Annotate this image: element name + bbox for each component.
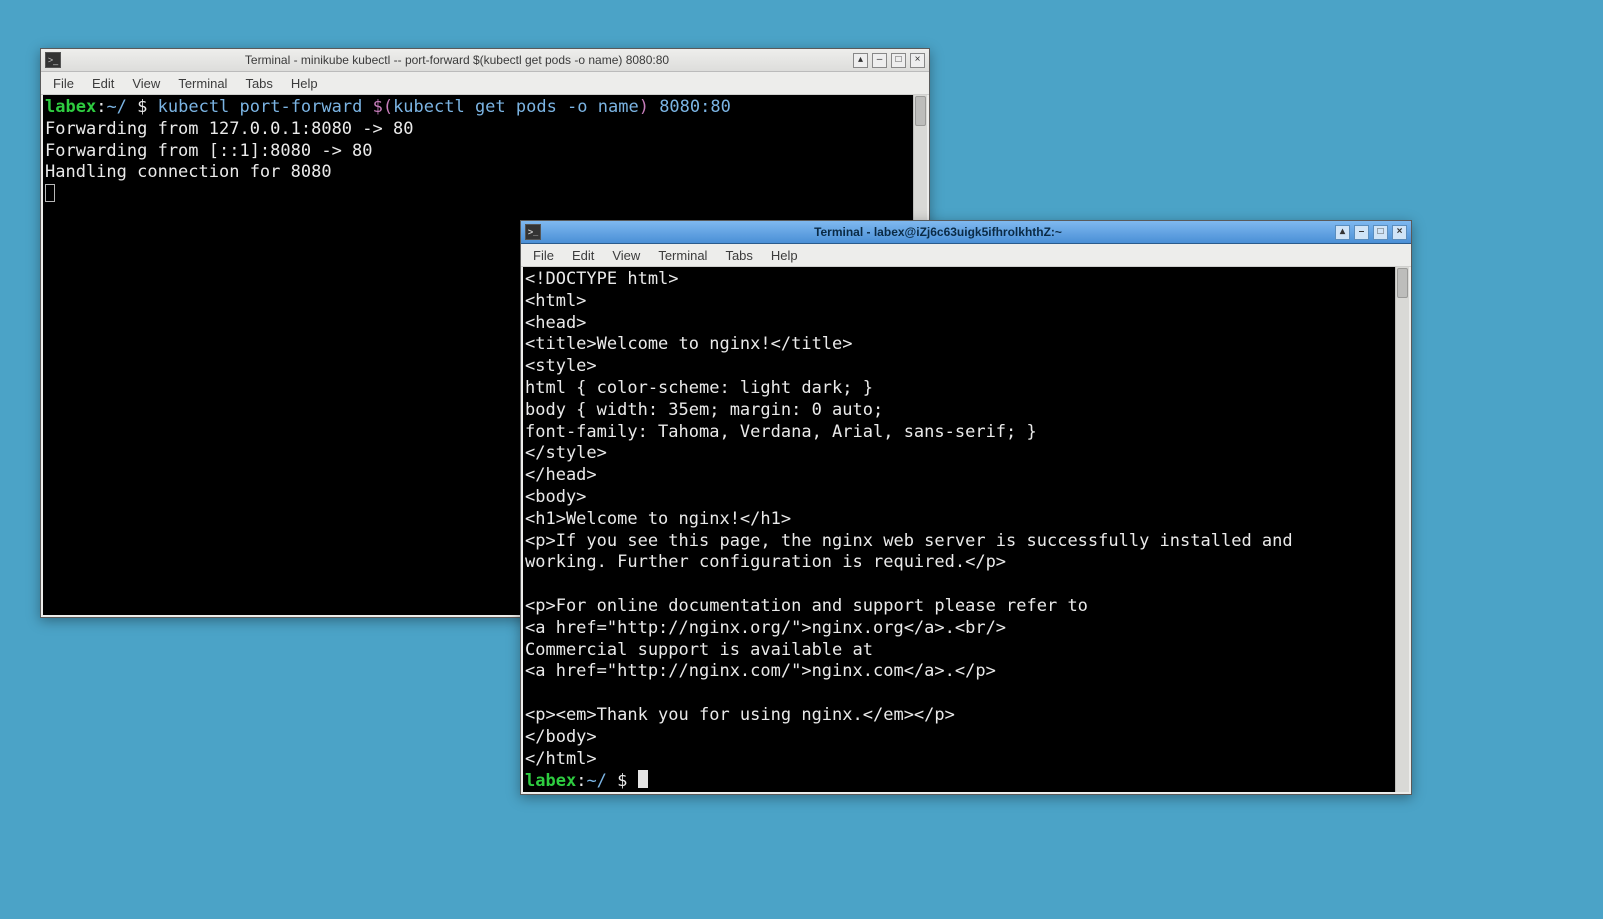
menu-edit[interactable]: Edit (564, 246, 602, 265)
window-title: Terminal - labex@iZj6c63uigk5ifhrolkhthZ… (547, 225, 1329, 239)
output-line: <p>If you see this page, the nginx web s… (525, 531, 1293, 551)
menu-help[interactable]: Help (283, 74, 326, 93)
menu-view[interactable]: View (124, 74, 168, 93)
window-controls: ▴ – □ × (1335, 225, 1407, 240)
output-line: working. Further configuration is requir… (525, 552, 1006, 572)
prompt-sep: : (96, 97, 106, 117)
menubar: File Edit View Terminal Tabs Help (521, 244, 1411, 267)
prompt-sep: : (576, 771, 586, 791)
output-line: Forwarding from [::1]:8080 -> 80 (45, 141, 373, 161)
output-line: font-family: Tahoma, Verdana, Arial, san… (525, 422, 1037, 442)
command-substitution-open: $( (373, 97, 393, 117)
output-line: <!DOCTYPE html> (525, 269, 679, 289)
command-part: kubectl port-forward (158, 97, 373, 117)
titlebar[interactable]: >_ Terminal - labex@iZj6c63uigk5ifhrolkh… (521, 221, 1411, 244)
command-part: kubectl get pods -o name (393, 97, 639, 117)
terminal-output[interactable]: <!DOCTYPE html> <html> <head> <title>Wel… (523, 267, 1395, 792)
output-line: <style> (525, 356, 597, 376)
cursor-icon (638, 770, 648, 788)
output-line: <body> (525, 487, 586, 507)
command-part: 8080:80 (649, 97, 731, 117)
terminal-window-front: >_ Terminal - labex@iZj6c63uigk5ifhrolkh… (520, 220, 1412, 795)
output-line: html { color-scheme: light dark; } (525, 378, 873, 398)
output-line: <p><em>Thank you for using nginx.</em></… (525, 705, 955, 725)
window-controls: ▴ – □ × (853, 53, 925, 68)
prompt-cwd: ~/ (106, 97, 126, 117)
prompt-dollar: $ (607, 771, 638, 791)
terminal-app-icon: >_ (525, 224, 541, 240)
minimize-button[interactable]: – (872, 53, 887, 68)
output-line: <p>For online documentation and support … (525, 596, 1088, 616)
cursor-icon (45, 184, 55, 202)
menu-help[interactable]: Help (763, 246, 806, 265)
output-line: <title>Welcome to nginx!</title> (525, 334, 853, 354)
terminal-app-icon: >_ (45, 52, 61, 68)
output-line: </head> (525, 465, 597, 485)
shade-button[interactable]: ▴ (1335, 225, 1350, 240)
window-title: Terminal - minikube kubectl -- port-forw… (67, 53, 847, 67)
close-button[interactable]: × (1392, 225, 1407, 240)
output-line: body { width: 35em; margin: 0 auto; (525, 400, 883, 420)
menubar: File Edit View Terminal Tabs Help (41, 72, 929, 95)
shade-button[interactable]: ▴ (853, 53, 868, 68)
prompt-cwd: ~/ (586, 771, 606, 791)
prompt-user: labex (525, 771, 576, 791)
output-line: </body> (525, 727, 597, 747)
menu-terminal[interactable]: Terminal (650, 246, 715, 265)
maximize-button[interactable]: □ (1373, 225, 1388, 240)
close-button[interactable]: × (910, 53, 925, 68)
output-line: Handling connection for 8080 (45, 162, 332, 182)
menu-view[interactable]: View (604, 246, 648, 265)
prompt-user: labex (45, 97, 96, 117)
menu-file[interactable]: File (45, 74, 82, 93)
menu-tabs[interactable]: Tabs (237, 74, 280, 93)
output-line: <html> (525, 291, 586, 311)
menu-file[interactable]: File (525, 246, 562, 265)
output-line: <h1>Welcome to nginx!</h1> (525, 509, 791, 529)
prompt-dollar: $ (127, 97, 158, 117)
terminal-body-wrap: <!DOCTYPE html> <html> <head> <title>Wel… (521, 267, 1411, 794)
scrollbar[interactable] (1395, 267, 1409, 792)
output-line: <head> (525, 313, 586, 333)
menu-tabs[interactable]: Tabs (717, 246, 760, 265)
output-line: </style> (525, 443, 607, 463)
minimize-button[interactable]: – (1354, 225, 1369, 240)
command-substitution-close: ) (639, 97, 649, 117)
output-line: <a href="http://nginx.com/">nginx.com</a… (525, 661, 996, 681)
output-line: <a href="http://nginx.org/">nginx.org</a… (525, 618, 1006, 638)
output-line: </html> (525, 749, 597, 769)
output-line: Commercial support is available at (525, 640, 873, 660)
menu-edit[interactable]: Edit (84, 74, 122, 93)
menu-terminal[interactable]: Terminal (170, 74, 235, 93)
titlebar[interactable]: >_ Terminal - minikube kubectl -- port-f… (41, 49, 929, 72)
maximize-button[interactable]: □ (891, 53, 906, 68)
output-line: Forwarding from 127.0.0.1:8080 -> 80 (45, 119, 413, 139)
